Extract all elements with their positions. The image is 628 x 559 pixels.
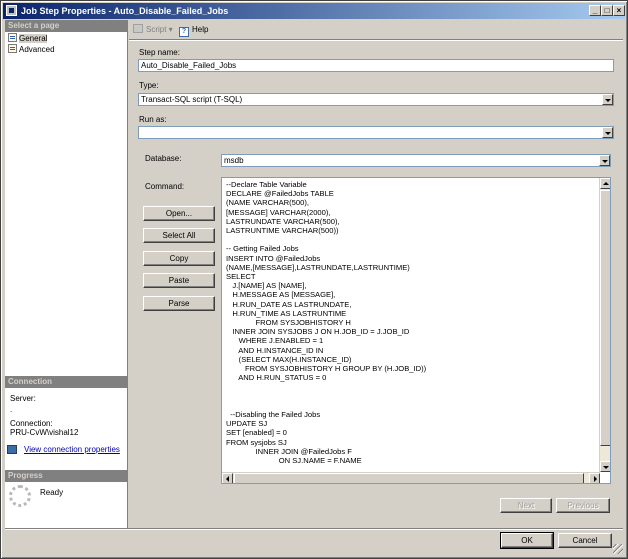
chevron-down-icon[interactable]: [602, 94, 613, 105]
copy-button[interactable]: Copy: [143, 251, 215, 266]
cancel-button[interactable]: Cancel: [558, 533, 612, 548]
connection-header: Connection: [5, 376, 128, 388]
run-as-select[interactable]: [138, 126, 614, 139]
connection-properties-icon[interactable]: [7, 445, 17, 454]
command-line: AND H.RUN_STATUS = 0: [226, 373, 327, 383]
command-line: UPDATE SJ: [226, 419, 268, 429]
command-line: INSERT INTO @FailedJobs: [226, 253, 321, 263]
command-line: INNER JOIN SYSJOBS J ON H.JOB_ID = J.JOB…: [226, 327, 410, 337]
select-all-button[interactable]: Select All: [143, 228, 215, 243]
command-line: LASTRUNTIME VARCHAR(500)): [226, 226, 339, 235]
command-line: AND H.INSTANCE_ID IN: [226, 345, 324, 355]
minimize-button[interactable]: _: [589, 5, 601, 16]
resize-grip-icon[interactable]: [613, 544, 623, 554]
command-line: [MESSAGE] VARCHAR(2000),: [226, 207, 331, 217]
help-label: Help: [192, 25, 209, 34]
command-line: SELECT: [226, 272, 256, 281]
script-icon: [133, 24, 143, 33]
title-bar: Job Step Properties - Auto_Disable_Faile…: [3, 3, 625, 19]
command-line: LASTRUNDATE VARCHAR(500),: [226, 216, 340, 226]
step-name-label: Step name:: [139, 48, 180, 57]
scroll-left-arrow-icon[interactable]: [222, 473, 233, 483]
chevron-down-icon[interactable]: [599, 155, 610, 166]
connection-value: PRU-CvW\vishal12: [10, 428, 79, 437]
page-icon: [8, 44, 17, 53]
command-line: WHERE J.ENABLED = 1: [226, 336, 324, 346]
help-button[interactable]: ? Help: [179, 24, 209, 37]
script-button[interactable]: Script ▾: [133, 24, 173, 36]
window-title: Job Step Properties - Auto_Disable_Faile…: [21, 6, 229, 16]
right-pane: Script ▾ ? Help Step name: Auto_Disable_F…: [129, 20, 623, 528]
command-line: H.RUN_DATE AS LASTRUNDATE,: [226, 299, 352, 309]
vertical-scroll-thumb[interactable]: [600, 190, 610, 446]
parse-button[interactable]: Parse: [143, 296, 215, 311]
close-button[interactable]: ×: [613, 5, 625, 16]
command-line: (SELECT MAX(H.INSTANCE_ID): [226, 354, 352, 364]
step-name-field[interactable]: Auto_Disable_Failed_Jobs: [138, 59, 614, 72]
command-line: (NAME VARCHAR(500),: [226, 198, 309, 208]
scroll-right-arrow-icon[interactable]: [589, 473, 600, 483]
type-label: Type:: [139, 81, 159, 90]
connection-label: Connection:: [10, 419, 53, 428]
command-label: Command:: [145, 182, 185, 191]
command-line: FROM sysjobs SJ: [226, 437, 287, 447]
command-line: J.[NAME] AS [NAME],: [226, 281, 307, 291]
horizontal-scrollbar[interactable]: [222, 472, 600, 483]
left-pane: Select a page General Advanced Connectio…: [5, 20, 128, 528]
page-icon: [8, 33, 17, 42]
page-general-label: General: [19, 34, 48, 43]
command-line: (NAME,[MESSAGE],LASTRUNDATE,LASTRUNTIME): [226, 262, 410, 272]
script-label: Script: [146, 25, 167, 34]
progress-spinner-icon: [9, 485, 31, 507]
ok-button[interactable]: OK: [500, 532, 554, 549]
database-value: msdb: [224, 156, 244, 165]
type-select[interactable]: Transact-SQL script (T-SQL): [138, 93, 614, 106]
database-select[interactable]: msdb: [221, 154, 611, 167]
command-line: -- Getting Failed Jobs: [226, 244, 299, 254]
paste-button[interactable]: Paste: [143, 273, 215, 288]
page-general[interactable]: General: [8, 33, 48, 44]
command-line: --Disabling the Failed Jobs: [226, 410, 321, 419]
page-advanced-label: Advanced: [19, 45, 55, 54]
bottom-separator: [5, 528, 623, 530]
select-page-header: Select a page: [5, 20, 128, 32]
run-as-label: Run as:: [139, 115, 167, 124]
horizontal-scroll-thumb[interactable]: [234, 473, 584, 483]
next-button[interactable]: Next: [500, 498, 552, 513]
chevron-down-icon[interactable]: [602, 127, 613, 138]
type-value: Transact-SQL script (T-SQL): [141, 95, 243, 104]
help-icon: ?: [179, 27, 189, 37]
command-line: FROM SYSJOBHISTORY H: [226, 318, 351, 327]
vertical-scrollbar[interactable]: [599, 178, 610, 472]
view-connection-properties-link[interactable]: View connection properties: [24, 445, 120, 454]
server-value: .: [10, 405, 13, 414]
window-icon: [6, 5, 17, 16]
command-line: --Declare Table Variable: [226, 180, 307, 189]
server-label: Server:: [10, 394, 36, 403]
command-line: SET [enabled] = 0: [226, 428, 287, 438]
command-line: FROM SYSJOBHISTORY H GROUP BY (H.JOB_ID)…: [226, 364, 427, 373]
command-line: H.RUN_TIME AS LASTRUNTIME: [226, 308, 347, 318]
command-line: DECLARE @FailedJobs TABLE: [226, 189, 334, 199]
command-line: H.MESSAGE AS [MESSAGE],: [226, 290, 336, 300]
page-advanced[interactable]: Advanced: [8, 44, 55, 55]
open-button[interactable]: Open...: [143, 206, 215, 221]
scroll-down-arrow-icon[interactable]: [600, 461, 610, 472]
database-label: Database:: [145, 154, 182, 163]
command-line: INNER JOIN @FailedJobs F: [226, 446, 352, 456]
job-step-properties-window: Job Step Properties - Auto_Disable_Faile…: [0, 0, 628, 559]
progress-status: Ready: [40, 488, 64, 497]
scroll-up-arrow-icon[interactable]: [600, 178, 610, 189]
command-line: ON SJ.NAME = F.NAME: [226, 456, 362, 465]
maximize-button[interactable]: □: [601, 5, 613, 16]
toolbar-separator: [129, 39, 623, 41]
command-editor[interactable]: --Declare Table Variable DECLARE @FailedJ…: [221, 177, 611, 484]
previous-button[interactable]: Previous: [556, 498, 610, 513]
progress-header: Progress: [5, 470, 128, 482]
